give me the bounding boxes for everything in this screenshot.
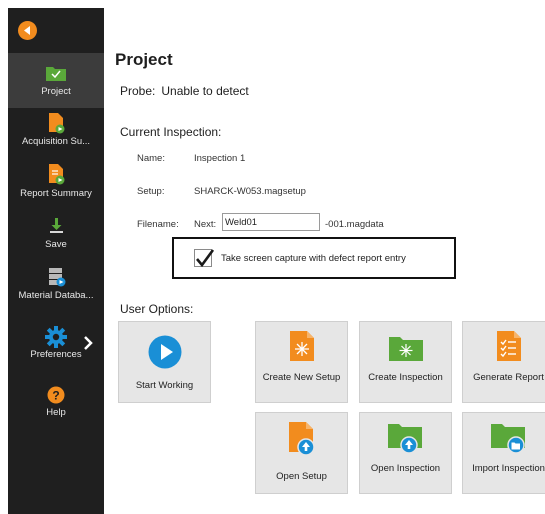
user-options-heading: User Options: [120,302,194,316]
filename-next-label: Next: [194,219,217,230]
new-inspection-folder-icon [388,337,423,361]
sidebar-item-label: Report Summary [20,188,92,199]
tile-label: Start Working [135,380,194,391]
probe-label: Probe: [120,84,156,98]
sidebar-item-report-summary[interactable]: Report Summary [8,162,104,210]
import-inspection-button[interactable]: Import Inspection [462,412,545,494]
save-icon [50,218,63,233]
tile-label: Create New Setup [262,372,341,383]
create-inspection-button[interactable]: Create Inspection [359,321,452,403]
page-title: Project [115,50,173,69]
sidebar-item-project[interactable]: Project [8,53,104,108]
setup-label: Setup: [137,186,165,197]
open-inspection-button[interactable]: Open Inspection [359,412,452,494]
setup-value: SHARCK-W053.magsetup [194,186,306,197]
open-setup-button[interactable]: Open Setup [255,412,348,494]
screen-capture-checkbox[interactable] [194,249,215,268]
probe-status: Probe: Unable to detect [120,84,249,98]
sidebar-item-acquisition-summary[interactable]: Acquisition Su... [8,110,104,158]
folder-check-icon [46,67,66,81]
sidebar-item-label: Preferences [30,349,82,360]
import-inspection-folder-icon [490,424,525,454]
sidebar: Project Acquisition Su... Report Summary… [8,8,104,514]
checkmark-icon [196,249,215,268]
sidebar-item-material-database[interactable]: Material Databa... [8,266,104,312]
tile-label: Open Inspection [370,463,441,474]
help-icon: ? [47,386,65,404]
svg-text:?: ? [52,389,59,403]
name-label: Name: [137,153,165,164]
sidebar-item-label: Project [41,86,71,97]
create-new-setup-button[interactable]: Create New Setup [255,321,348,403]
filename-input[interactable]: Weld01 [222,213,320,231]
sidebar-item-label: Acquisition Su... [21,136,91,147]
start-working-button[interactable]: Start Working [118,321,211,403]
probe-value: Unable to detect [161,84,249,98]
filename-label: Filename: [137,219,179,230]
back-arrow-icon [24,26,30,35]
sidebar-item-label: Save [45,239,67,250]
sidebar-item-save[interactable]: Save [8,216,104,258]
generate-report-button[interactable]: Generate Report [462,321,545,403]
sidebar-item-label: Help [46,407,66,418]
document-play-icon [49,113,65,134]
screen-capture-option: Take screen capture with defect report e… [172,237,456,279]
report-play-icon [49,164,65,185]
name-value: Inspection 1 [194,153,246,164]
tile-label: Generate Report [473,372,544,383]
database-icon [49,268,66,287]
sidebar-item-help[interactable]: ? Help [8,386,104,426]
open-inspection-folder-icon [387,424,422,454]
sidebar-item-preferences[interactable]: Preferences [8,326,104,366]
screen-capture-label: Take screen capture with defect report e… [221,253,406,264]
play-icon [148,335,181,369]
filename-suffix: -001.magdata [325,219,384,230]
tile-label: Import Inspection [472,463,545,474]
chevron-right-icon [84,336,93,350]
new-setup-document-icon [289,331,314,361]
tile-label: Create Inspection [368,372,443,383]
sidebar-item-label: Material Databa... [18,290,94,301]
back-button[interactable] [18,21,37,40]
report-checklist-icon [496,331,521,361]
tile-label: Open Setup [276,471,327,482]
current-inspection-heading: Current Inspection: [120,125,222,139]
gear-icon [45,326,67,348]
open-setup-document-icon [288,422,315,456]
